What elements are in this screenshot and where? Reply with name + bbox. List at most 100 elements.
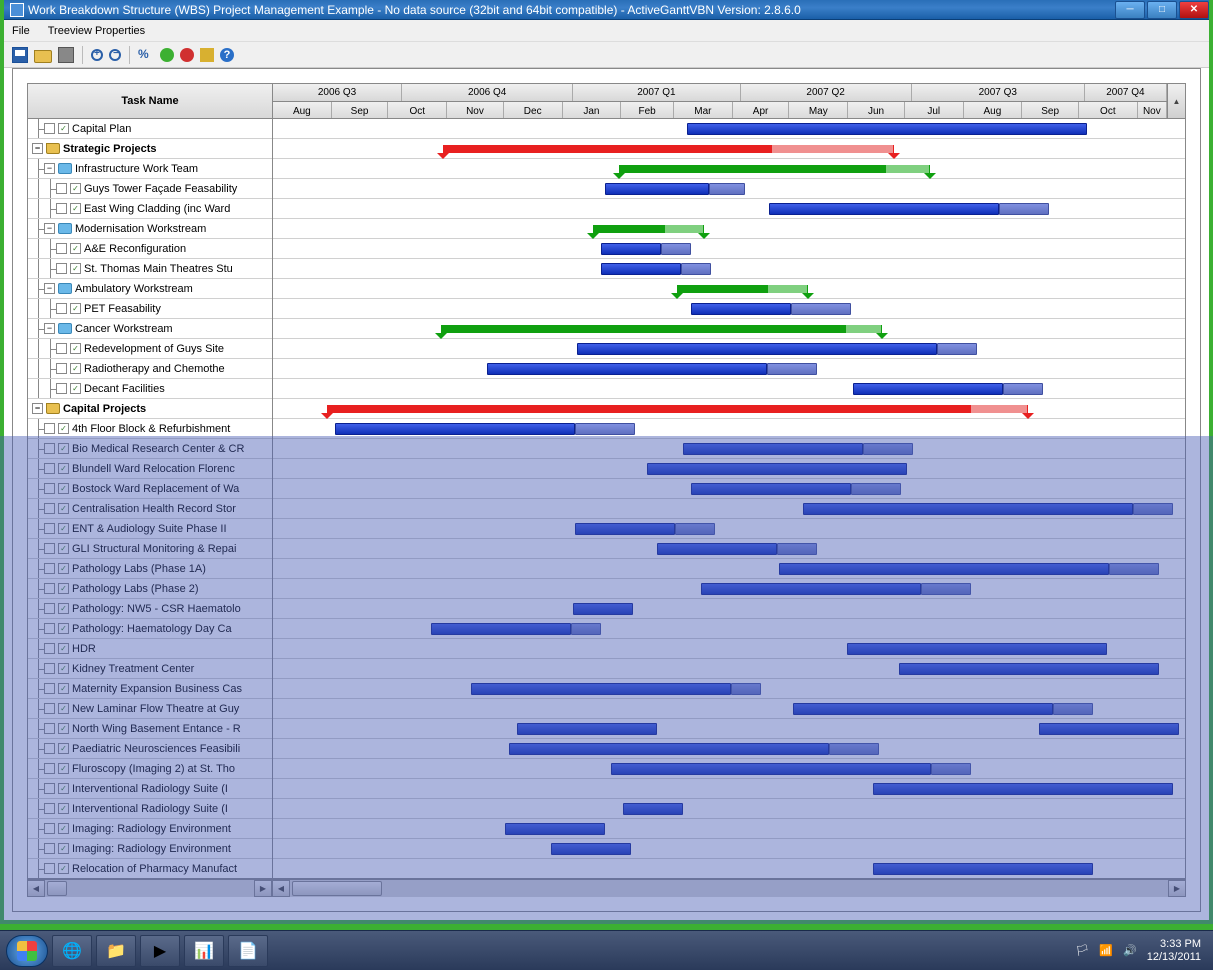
task-bar[interactable] xyxy=(863,443,913,455)
taskbar-app-icon[interactable]: 📊 xyxy=(184,935,224,967)
tree-row[interactable]: ✓ENT & Audiology Suite Phase II xyxy=(28,519,272,539)
collapse-toggle[interactable]: − xyxy=(32,403,43,414)
tree-row[interactable]: ✓Imaging: Radiology Environment xyxy=(28,839,272,859)
green-flag-icon[interactable] xyxy=(160,48,174,62)
checkbox[interactable] xyxy=(56,183,67,194)
chart-row[interactable] xyxy=(273,799,1185,819)
task-bar[interactable] xyxy=(709,183,745,195)
task-bar[interactable] xyxy=(605,183,709,195)
tree-row[interactable]: ✓East Wing Cladding (inc Ward xyxy=(28,199,272,219)
task-bar[interactable] xyxy=(873,863,1093,875)
scroll-left-button[interactable]: ◀ xyxy=(27,880,45,897)
task-bar[interactable] xyxy=(937,343,977,355)
task-bar[interactable] xyxy=(779,563,1109,575)
taskbar-explorer-icon[interactable]: 📁 xyxy=(96,935,136,967)
tree-row[interactable]: ✓Paediatric Neurosciences Feasibili xyxy=(28,739,272,759)
tray-volume-icon[interactable]: 🔊 xyxy=(1123,944,1137,957)
task-bar[interactable] xyxy=(601,263,681,275)
taskbar-app-icon[interactable]: 📄 xyxy=(228,935,268,967)
task-bar[interactable] xyxy=(767,363,817,375)
checkbox[interactable] xyxy=(44,823,55,834)
minimize-button[interactable]: ─ xyxy=(1115,1,1145,19)
chart-row[interactable] xyxy=(273,819,1185,839)
task-bar[interactable] xyxy=(647,463,907,475)
task-bar[interactable] xyxy=(675,523,715,535)
zoom-out-icon[interactable] xyxy=(109,49,121,61)
task-bar[interactable] xyxy=(335,423,575,435)
tree-row[interactable]: ✓Radiotherapy and Chemothe xyxy=(28,359,272,379)
checkbox[interactable] xyxy=(56,383,67,394)
checkbox[interactable] xyxy=(44,863,55,874)
chart-row[interactable] xyxy=(273,339,1185,359)
chart-row[interactable] xyxy=(273,599,1185,619)
tree-row[interactable]: ✓North Wing Basement Entance - R xyxy=(28,719,272,739)
checkbox[interactable] xyxy=(44,123,55,134)
task-bar[interactable] xyxy=(853,383,1003,395)
tree-row[interactable]: ✓Interventional Radiology Suite (I xyxy=(28,779,272,799)
tree-row[interactable]: ✓Blundell Ward Relocation Florenc xyxy=(28,459,272,479)
task-bar[interactable] xyxy=(1003,383,1043,395)
tree-row[interactable]: ✓Bostock Ward Replacement of Wa xyxy=(28,479,272,499)
chart-row[interactable] xyxy=(273,119,1185,139)
yellow-flag-icon[interactable] xyxy=(200,48,214,62)
chart-row[interactable] xyxy=(273,439,1185,459)
checkbox[interactable] xyxy=(44,463,55,474)
task-bar[interactable] xyxy=(999,203,1049,215)
tree-row[interactable]: −Capital Projects xyxy=(28,399,272,419)
chart-row[interactable] xyxy=(273,219,1185,239)
collapse-toggle[interactable]: − xyxy=(44,323,55,334)
tree-row[interactable]: ✓Pathology Labs (Phase 2) xyxy=(28,579,272,599)
task-bar[interactable] xyxy=(623,803,683,815)
checkbox[interactable] xyxy=(56,303,67,314)
chart-row[interactable] xyxy=(273,259,1185,279)
chart-row[interactable] xyxy=(273,199,1185,219)
checkbox[interactable] xyxy=(56,343,67,354)
tree-row[interactable]: ✓St. Thomas Main Theatres Stu xyxy=(28,259,272,279)
task-bar[interactable] xyxy=(803,503,1133,515)
chart-row[interactable] xyxy=(273,479,1185,499)
task-bar[interactable] xyxy=(1133,503,1173,515)
chart-row[interactable] xyxy=(273,299,1185,319)
chart-row[interactable] xyxy=(273,719,1185,739)
chart-row[interactable] xyxy=(273,859,1185,878)
checkbox[interactable] xyxy=(44,803,55,814)
checkbox[interactable] xyxy=(44,503,55,514)
clock[interactable]: 3:33 PM 12/13/2011 xyxy=(1147,938,1201,964)
task-bar[interactable] xyxy=(681,263,711,275)
print-icon[interactable] xyxy=(58,47,74,63)
chart-row[interactable] xyxy=(273,759,1185,779)
close-button[interactable]: ✕ xyxy=(1179,1,1209,19)
summary-bar[interactable] xyxy=(677,285,768,293)
task-bar[interactable] xyxy=(505,823,605,835)
start-button[interactable] xyxy=(6,935,48,967)
checkbox[interactable] xyxy=(44,563,55,574)
task-bar[interactable] xyxy=(575,523,675,535)
chart-row[interactable] xyxy=(273,779,1185,799)
tree-row[interactable]: −Infrastructure Work Team xyxy=(28,159,272,179)
scroll-right-button[interactable]: ▶ xyxy=(1168,880,1186,897)
tree-row[interactable]: ✓A&E Reconfiguration xyxy=(28,239,272,259)
menu-file[interactable]: File xyxy=(12,25,30,37)
task-bar[interactable] xyxy=(777,543,817,555)
chart-row[interactable] xyxy=(273,159,1185,179)
collapse-toggle[interactable]: − xyxy=(44,283,55,294)
chart-row[interactable] xyxy=(273,379,1185,399)
collapse-toggle[interactable]: − xyxy=(44,223,55,234)
task-bar[interactable] xyxy=(769,203,999,215)
percent-icon[interactable]: % xyxy=(138,47,154,63)
collapse-toggle[interactable]: − xyxy=(44,163,55,174)
task-bar[interactable] xyxy=(691,303,791,315)
chart-row[interactable] xyxy=(273,519,1185,539)
task-bar[interactable] xyxy=(683,443,863,455)
maximize-button[interactable]: □ xyxy=(1147,1,1177,19)
chart-row[interactable] xyxy=(273,279,1185,299)
tree-row[interactable]: ✓Redevelopment of Guys Site xyxy=(28,339,272,359)
scroll-left-button[interactable]: ◀ xyxy=(272,880,290,897)
checkbox[interactable] xyxy=(44,603,55,614)
chart-row[interactable] xyxy=(273,679,1185,699)
checkbox[interactable] xyxy=(44,423,55,434)
task-bar[interactable] xyxy=(691,483,851,495)
task-bar[interactable] xyxy=(517,723,657,735)
task-bar[interactable] xyxy=(601,243,661,255)
checkbox[interactable] xyxy=(56,243,67,254)
